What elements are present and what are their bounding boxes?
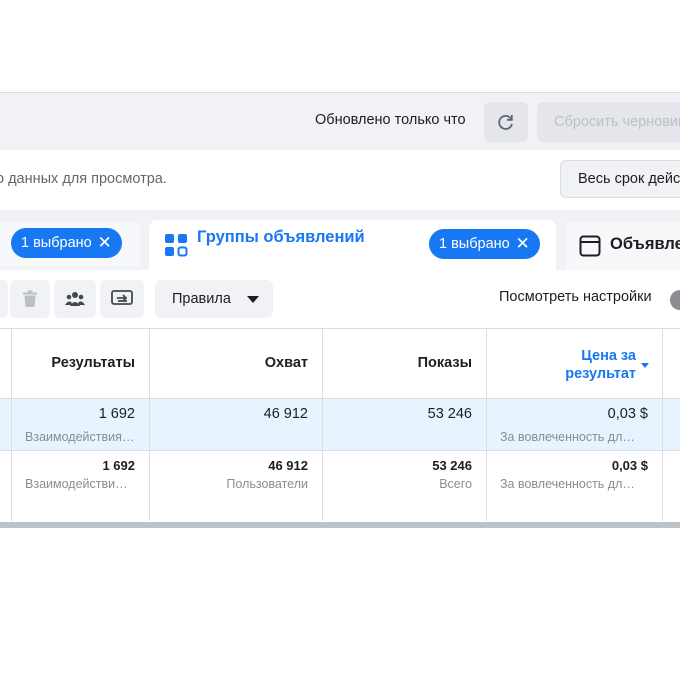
- export-icon: [111, 290, 133, 305]
- cost-header-line-2: результат: [565, 366, 636, 382]
- people-icon: [65, 292, 85, 306]
- view-settings-toggle[interactable]: [670, 290, 680, 310]
- cell-results-sub: Взаимодействия…: [25, 430, 135, 444]
- close-icon[interactable]: ✕: [515, 229, 529, 259]
- table-row[interactable]: 1 692 Взаимодействия… 46 912 53 246 0,03…: [0, 399, 680, 451]
- total-cost-sub: За вовлеченность дл…: [500, 477, 635, 491]
- selected-pill[interactable]: 1 выбрано ✕: [11, 228, 122, 258]
- total-reach: 46 912: [268, 458, 308, 473]
- date-range-button[interactable]: Весь срок действия: [560, 160, 680, 198]
- view-settings-label: Посмотреть настройки: [499, 289, 652, 305]
- export-button[interactable]: [100, 280, 144, 318]
- column-divider[interactable]: [662, 328, 663, 521]
- rules-label: Правила: [172, 291, 231, 307]
- window-icon: [579, 235, 601, 257]
- tab-campaigns[interactable]: 1 выбрано ✕: [0, 222, 140, 266]
- column-header-impressions[interactable]: Показы: [418, 355, 472, 371]
- more-actions-button[interactable]: [0, 280, 8, 318]
- total-impressions: 53 246: [432, 458, 472, 473]
- total-results: 1 692: [102, 458, 135, 473]
- column-header-cost-per-result[interactable]: Цена за результат: [565, 347, 636, 383]
- tab-ad-sets-label: Группы объявлений: [197, 228, 365, 246]
- info-text: о данных для просмотра.: [0, 171, 167, 187]
- caret-down-icon: [247, 296, 259, 303]
- column-divider[interactable]: [486, 328, 487, 521]
- tab-ads[interactable]: Объявления: [566, 222, 680, 270]
- cell-reach: 46 912: [263, 406, 308, 422]
- selected-pill-label: 1 выбрано: [439, 236, 510, 252]
- reset-draft-button[interactable]: Сбросить черновик: [537, 102, 680, 142]
- table-header: Результаты Охват Показы Цена за результа…: [0, 328, 680, 399]
- sort-desc-icon[interactable]: [641, 363, 649, 368]
- updated-status: Обновлено только что: [315, 112, 466, 128]
- tab-ads-label: Объявления: [610, 235, 680, 253]
- level-tabs: 1 выбрано ✕ 1 выбрано ✕ Группы объявлени…: [0, 210, 680, 270]
- cell-cost-sub: За вовлеченность дл…: [500, 430, 635, 444]
- rules-dropdown[interactable]: Правила: [155, 280, 273, 318]
- column-divider[interactable]: [149, 328, 150, 521]
- refresh-button[interactable]: [484, 102, 528, 142]
- info-row: о данных для просмотра. Весь срок действ…: [0, 150, 680, 210]
- column-header-reach[interactable]: Охват: [265, 355, 308, 371]
- selected-pill[interactable]: 1 выбрано ✕: [429, 229, 540, 259]
- selected-pill-label: 1 выбрано: [21, 235, 92, 251]
- column-header-results[interactable]: Результаты: [51, 355, 135, 371]
- cell-cost: 0,03 $: [607, 406, 648, 422]
- column-divider[interactable]: [322, 328, 323, 521]
- column-divider[interactable]: [11, 328, 12, 521]
- top-toolbar: Обновлено только что Сбросить черновик: [0, 93, 680, 150]
- ads-manager-panel: Обновлено только что Сбросить черновик о…: [0, 92, 680, 528]
- delete-button[interactable]: [10, 280, 50, 318]
- results-table: Результаты Охват Показы Цена за результа…: [0, 328, 680, 522]
- total-results-sub: Взаимодействи…: [25, 477, 128, 491]
- audience-button[interactable]: [54, 280, 96, 318]
- total-reach-sub: Пользователи: [226, 477, 308, 491]
- table-summary-row: 1 692 Взаимодействи… 46 912 Пользователи…: [0, 451, 680, 521]
- total-cost: 0,03 $: [611, 458, 648, 473]
- cell-results: 1 692: [98, 406, 135, 422]
- screenshot-canvas: Обновлено только что Сбросить черновик о…: [0, 0, 680, 700]
- close-icon[interactable]: ✕: [97, 228, 111, 258]
- cell-impressions: 53 246: [427, 406, 472, 422]
- trash-icon: [23, 290, 37, 307]
- refresh-icon: [498, 115, 513, 130]
- total-impressions-sub: Всего: [439, 477, 472, 491]
- grid-icon: [165, 234, 188, 257]
- action-bar: Правила Посмотреть настройки: [0, 270, 680, 328]
- cost-header-line-1: Цена за: [581, 348, 636, 364]
